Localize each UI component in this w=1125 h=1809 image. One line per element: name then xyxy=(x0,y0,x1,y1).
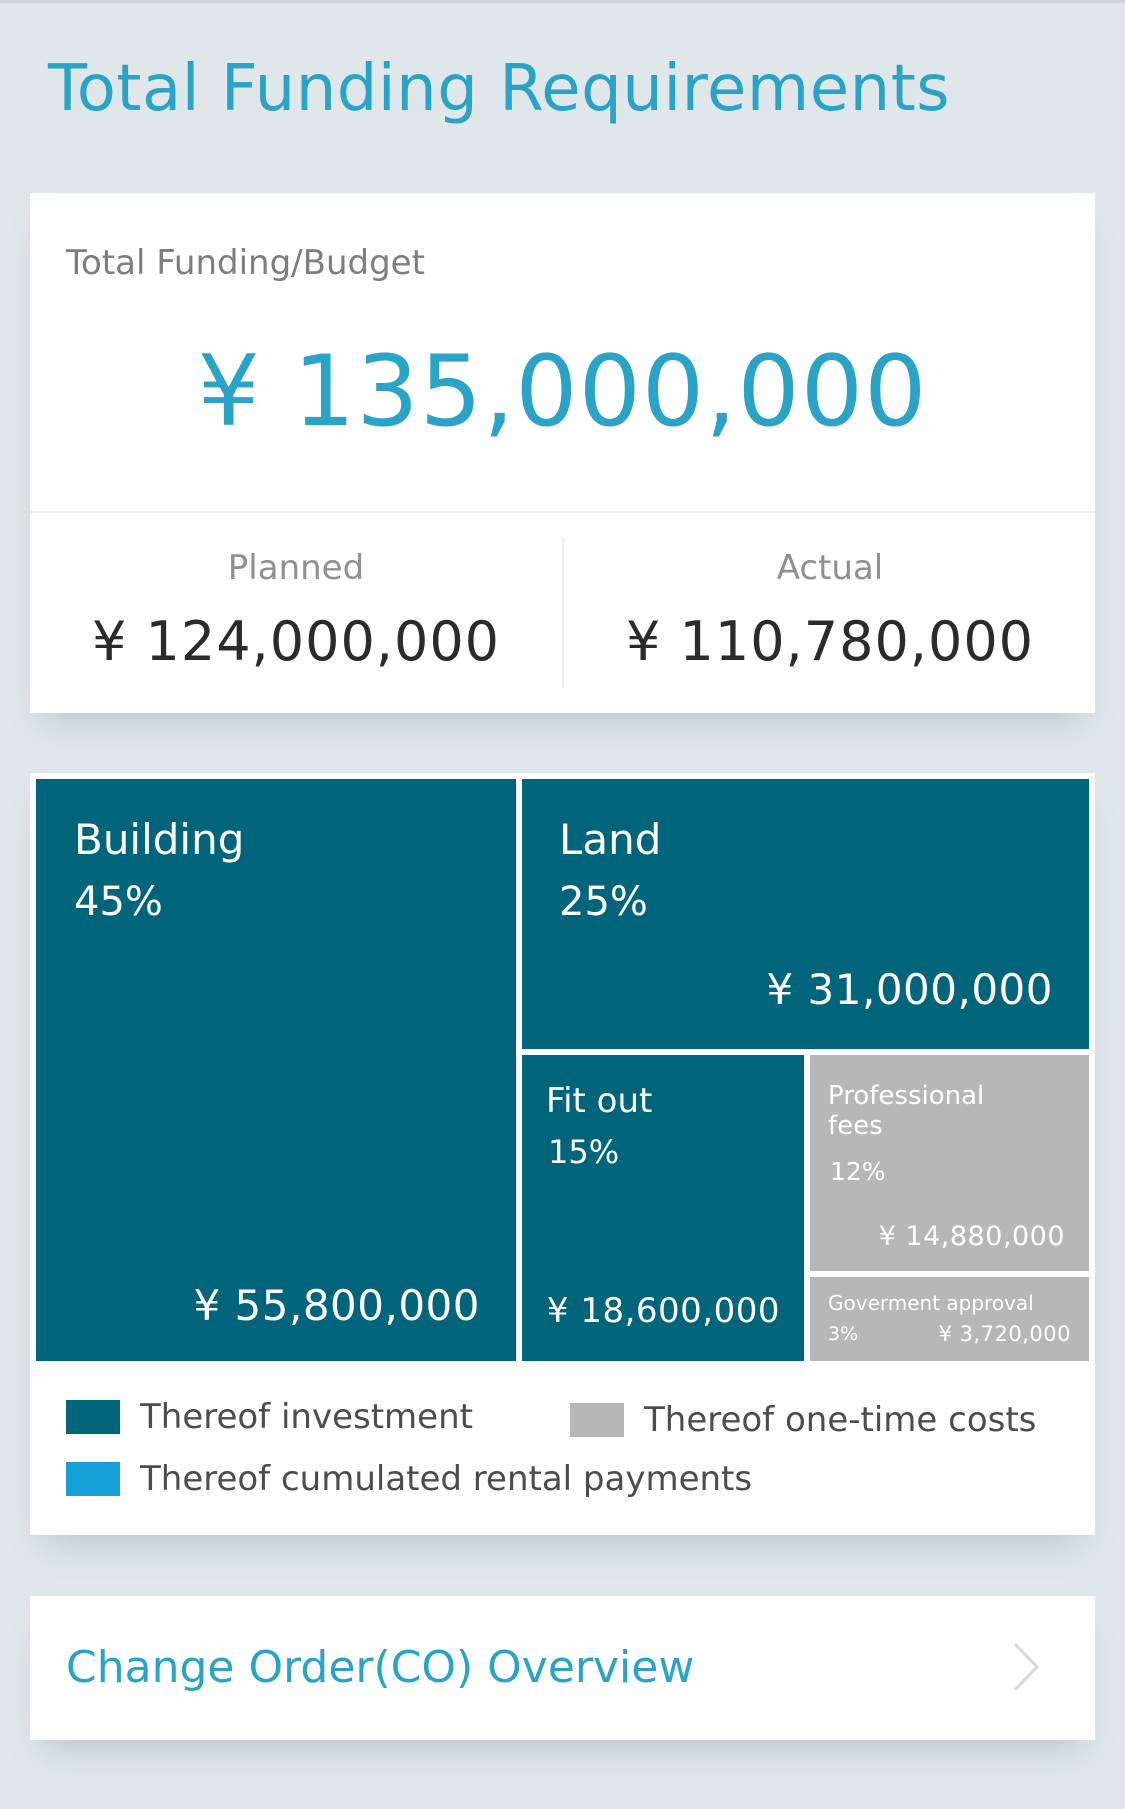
tile-amount: ¥ 14,880,000 xyxy=(878,1221,1065,1252)
actual-value: ¥ 110,780,000 xyxy=(625,610,1035,673)
tile-amount: ¥ 18,600,000 xyxy=(546,1291,780,1331)
treemap-tile-building[interactable]: Building 45% ¥ 55,800,000 xyxy=(36,779,516,1361)
change-order-overview-link[interactable]: Change Order(CO) Overview xyxy=(30,1596,1095,1740)
funding-treemap-card: Building 45% ¥ 55,800,000 Land 25% ¥ 31,… xyxy=(30,773,1095,1535)
legend-swatch-rental xyxy=(66,1462,120,1496)
legend-label: Thereof cumulated rental payments xyxy=(140,1459,753,1499)
tile-name: Professional fees xyxy=(828,1081,985,1141)
total-budget-label: Total Funding/Budget xyxy=(66,243,425,283)
tile-percent: 3% xyxy=(828,1323,859,1345)
chevron-right-icon xyxy=(1013,1642,1040,1692)
treemap-tile-government-approval[interactable]: Goverment approval 3% ¥ 3,720,000 xyxy=(810,1277,1089,1361)
top-border xyxy=(0,0,1125,3)
tile-name: Building xyxy=(74,815,245,864)
total-budget-value: ¥ 135,000,000 xyxy=(197,335,928,449)
legend-label: Thereof one-time costs xyxy=(644,1400,1037,1440)
treemap-tile-land[interactable]: Land 25% ¥ 31,000,000 xyxy=(522,779,1089,1049)
legend-label: Thereof investment xyxy=(140,1397,473,1437)
legend-investment: Thereof investment xyxy=(66,1397,473,1437)
budget-card: Total Funding/Budget ¥ 135,000,000 Plann… xyxy=(30,193,1095,713)
planned-label: Planned xyxy=(227,548,365,588)
budget-divider xyxy=(30,511,1095,513)
treemap-tile-fit-out[interactable]: Fit out 15% ¥ 18,600,000 xyxy=(522,1055,804,1361)
legend-swatch-one-time xyxy=(570,1403,624,1437)
legend-swatch-investment xyxy=(66,1400,120,1434)
tile-amount: ¥ 3,720,000 xyxy=(938,1322,1071,1346)
planned-stat: Planned ¥ 124,000,000 xyxy=(30,548,562,673)
actual-stat: Actual ¥ 110,780,000 xyxy=(564,548,1096,673)
tile-percent: 25% xyxy=(559,879,648,925)
legend-one-time: Thereof one-time costs xyxy=(570,1400,1036,1440)
tile-name: Goverment approval xyxy=(828,1291,1034,1315)
tile-percent: 12% xyxy=(830,1157,886,1186)
tile-name: Land xyxy=(559,815,662,864)
actual-label: Actual xyxy=(776,548,884,588)
tile-name: Fit out xyxy=(546,1081,653,1121)
tile-amount: ¥ 55,800,000 xyxy=(193,1281,480,1330)
tile-percent: 15% xyxy=(548,1133,620,1171)
legend-rental: Thereof cumulated rental payments xyxy=(66,1459,752,1499)
tile-percent: 45% xyxy=(74,879,163,925)
page-title: Total Funding Requirements xyxy=(48,52,951,126)
tile-amount: ¥ 31,000,000 xyxy=(766,965,1053,1014)
planned-value: ¥ 124,000,000 xyxy=(91,610,501,673)
treemap-tile-professional-fees[interactable]: Professional fees 12% ¥ 14,880,000 xyxy=(810,1055,1089,1271)
change-order-label: Change Order(CO) Overview xyxy=(66,1642,695,1693)
